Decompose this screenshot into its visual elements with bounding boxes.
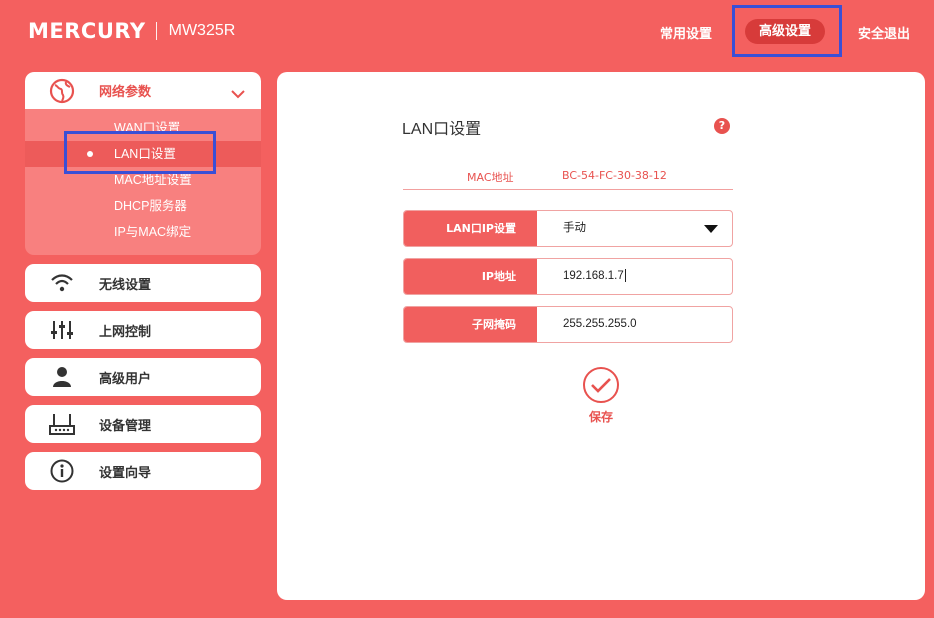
sidebar-item-label: 高级用户	[99, 371, 152, 387]
subnet-mask-value: 255.255.255.0	[563, 318, 637, 330]
ip-address-row: IP地址 192.168.1.7	[403, 258, 733, 295]
sidebar-item-network[interactable]: 网络参数	[25, 72, 261, 109]
sidebar-item-label: 上网控制	[99, 324, 152, 340]
mac-value: BC-54-FC-30-38-12	[562, 169, 667, 182]
router-icon	[25, 413, 99, 435]
sidebar-item-wireless[interactable]: 无线设置	[25, 264, 261, 302]
lan-ip-mode-select[interactable]: 手动	[537, 211, 732, 246]
sidebar-item-label: 设备管理	[99, 418, 152, 434]
page-title: LAN口设置	[402, 121, 482, 138]
sidebar-item-label: 设置向导	[99, 465, 152, 481]
info-icon	[25, 459, 99, 483]
nav-advanced-settings[interactable]: 高级设置	[745, 19, 825, 44]
model-name: MW325R	[168, 22, 236, 39]
text-cursor	[624, 269, 626, 283]
mac-label: MAC地址	[467, 171, 514, 184]
lan-ip-mode-label: LAN口IP设置	[404, 211, 537, 246]
brand-divider	[155, 22, 157, 40]
main-panel: LAN口设置 ? MAC地址 BC-54-FC-30-38-12 LAN口IP设…	[277, 72, 925, 600]
subnet-mask-label: 子网掩码	[404, 307, 537, 342]
nav-logout[interactable]: 安全退出	[858, 23, 910, 42]
brand: MERCURY MW325R	[28, 19, 235, 43]
caret-down-icon	[704, 225, 718, 233]
mac-address-row: MAC地址 BC-54-FC-30-38-12	[403, 160, 733, 190]
sidebar-sub-dhcp[interactable]: DHCP服务器	[25, 193, 261, 219]
save-label: 保存	[588, 410, 613, 424]
user-icon	[25, 366, 99, 388]
sidebar-item-setup-wizard[interactable]: 设置向导	[25, 452, 261, 490]
help-icon[interactable]: ?	[714, 118, 730, 134]
ip-address-input[interactable]: 192.168.1.7	[537, 259, 732, 294]
ip-address-value: 192.168.1.7	[563, 270, 624, 282]
sidebar-item-label: 网络参数	[99, 85, 152, 100]
globe-icon	[25, 78, 99, 104]
brand-logo: MERCURY	[28, 19, 146, 43]
sidebar-item-device-management[interactable]: 设备管理	[25, 405, 261, 443]
chevron-down-icon[interactable]	[231, 84, 245, 103]
sliders-icon	[25, 319, 99, 341]
sidebar-item-label: 无线设置	[99, 277, 152, 293]
save-button[interactable]: 保存	[581, 367, 621, 425]
wifi-icon	[25, 273, 99, 293]
check-icon	[583, 367, 619, 403]
ip-address-label: IP地址	[404, 259, 537, 294]
lan-ip-mode-row: LAN口IP设置 手动	[403, 210, 733, 247]
sidebar-item-advanced-user[interactable]: 高级用户	[25, 358, 261, 396]
subnet-mask-input[interactable]: 255.255.255.0	[537, 307, 732, 342]
sidebar-item-access-control[interactable]: 上网控制	[25, 311, 261, 349]
sidebar-sub-ipmac[interactable]: IP与MAC绑定	[25, 219, 261, 245]
nav-common-settings[interactable]: 常用设置	[660, 23, 712, 42]
highlight-box-lan	[64, 131, 216, 174]
subnet-mask-row: 子网掩码 255.255.255.0	[403, 306, 733, 343]
select-value: 手动	[563, 222, 586, 234]
